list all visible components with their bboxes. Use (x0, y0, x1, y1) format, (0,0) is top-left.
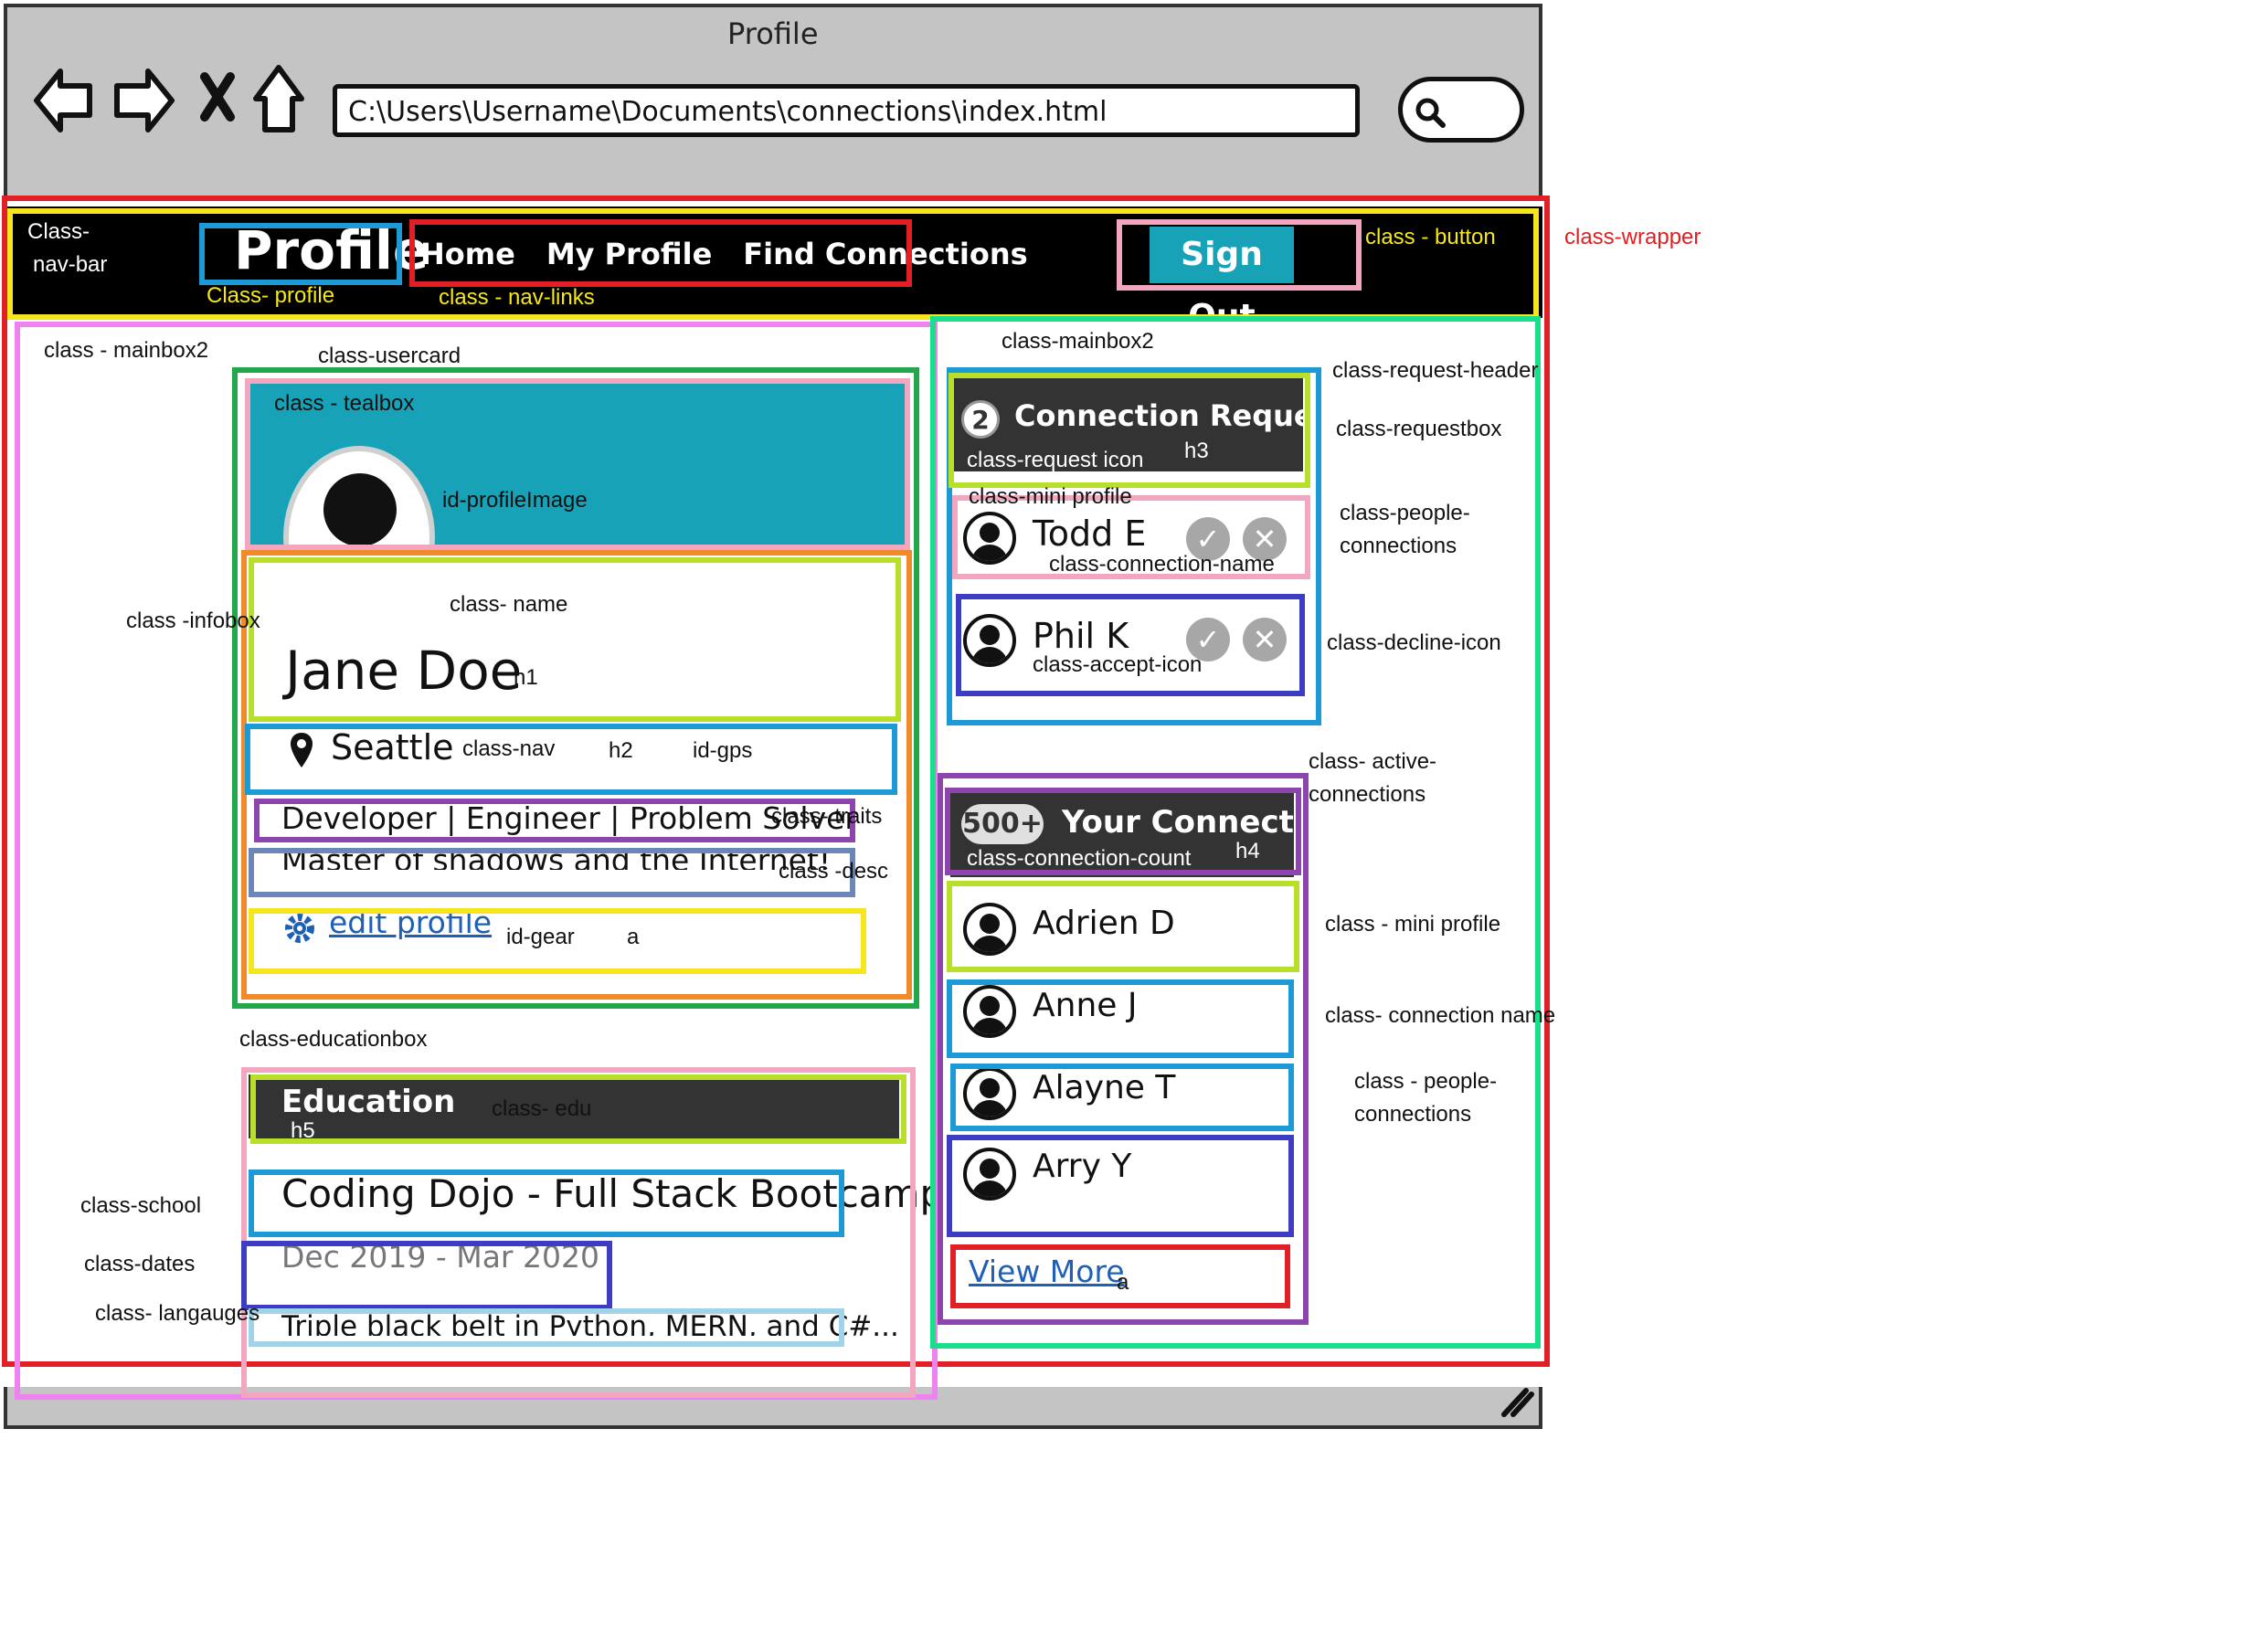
annotation-label: h3 (1184, 439, 1209, 463)
annotation-label: connections (1340, 534, 1457, 558)
forward-icon[interactable] (111, 64, 175, 137)
annotation-label: class - nav-links (439, 285, 595, 310)
dates-outline (241, 1241, 612, 1310)
back-icon[interactable] (33, 64, 93, 137)
languages-outline (249, 1308, 844, 1347)
annotation-label: class- connection name (1325, 1003, 1556, 1028)
annotation-label: class- active- (1309, 749, 1437, 774)
annotation-label: class-educationbox (239, 1027, 428, 1052)
annotation-label: class - mini profile (1325, 912, 1501, 937)
people-connections-outline (950, 1064, 1294, 1131)
annotation-label: class-wrapper (1564, 225, 1701, 249)
annotation-label: class-decline-icon (1327, 630, 1501, 655)
window-title: Profile (727, 16, 819, 51)
annotation-label: class-accept-icon (1033, 652, 1203, 677)
button-outline (1117, 219, 1362, 291)
annotation-label: Class- profile (207, 283, 335, 308)
search-box[interactable] (1398, 77, 1524, 143)
address-text: C:\Users\Username\Documents\connections\… (348, 96, 1108, 128)
annotation-label: class-requestbox (1336, 417, 1502, 441)
annotation-label: a (1117, 1270, 1129, 1295)
annotation-label: class-request icon (967, 448, 1144, 472)
annotation-label: class-usercard (318, 344, 461, 368)
close-icon[interactable] (199, 71, 236, 122)
connection-name-outline (947, 979, 1294, 1058)
annotation-label: class-dates (84, 1252, 196, 1276)
search-icon (1415, 98, 1446, 128)
annotation-label: class - button (1365, 225, 1496, 249)
annotation-label: connections (1309, 782, 1426, 807)
annotation-label: class- name (450, 592, 568, 617)
annotation-label: a (627, 925, 640, 949)
mini-profile-outline (947, 881, 1299, 972)
name-outline (249, 557, 901, 722)
address-bar[interactable]: C:\Users\Username\Documents\connections\… (333, 84, 1360, 137)
annotation-label: class- traits (771, 804, 883, 829)
annotation-label: h4 (1235, 839, 1260, 863)
annotation-label: id-gear (506, 925, 575, 949)
school-outline (249, 1170, 844, 1237)
annotation-label: class- edu (492, 1096, 592, 1121)
annotation-label: class- langauges (95, 1301, 260, 1326)
nav-links-outline (409, 219, 912, 287)
people-connections-outline (956, 594, 1305, 696)
annotation-label: nav-bar (33, 252, 108, 277)
annotation-label: class-mini profile (969, 484, 1132, 509)
annotation-label: class-school (80, 1193, 202, 1218)
people-connections-outline (947, 1135, 1294, 1237)
nav-outline (245, 724, 897, 795)
annotation-label: class-connection-name (1049, 552, 1275, 577)
annotation-label: class-mainbox2 (1002, 329, 1154, 354)
annotation-label: class - tealbox (274, 391, 415, 416)
profile-outline (199, 223, 402, 285)
annotation-label: class - people- (1354, 1069, 1498, 1094)
annotation-label: h1 (514, 665, 538, 690)
home-icon[interactable] (252, 62, 305, 135)
traits-outline (254, 799, 855, 842)
annotation-label: class-nav (462, 736, 556, 761)
annotation-label: h5 (291, 1118, 315, 1143)
annotation-label: class-request-header (1332, 358, 1539, 383)
annotation-label: class -infobox (126, 609, 260, 633)
annotation-label: class - mainbox2 (44, 338, 209, 363)
annotation-label: h2 (609, 738, 633, 763)
annotation-label: class-people- (1340, 501, 1470, 525)
annotation-label: id-profileImage (442, 488, 588, 513)
annotation-label: id-gps (693, 738, 753, 763)
annotation-label: connections (1354, 1102, 1472, 1127)
resize-grip-icon[interactable] (1499, 1381, 1535, 1418)
annotation-label: class -desc (779, 859, 889, 884)
annotation-label: class-connection-count (967, 846, 1192, 871)
annotation-label: Class- (27, 219, 90, 244)
desc-outline (249, 848, 855, 897)
